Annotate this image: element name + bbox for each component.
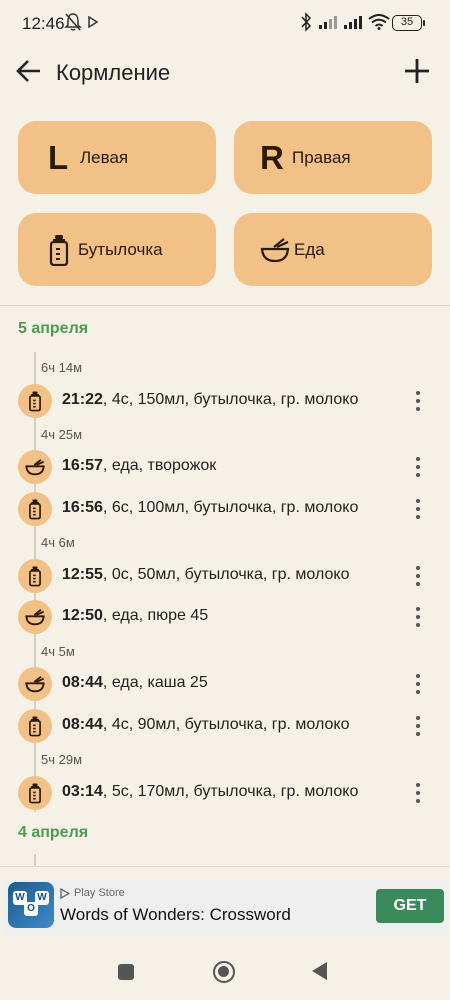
bowl-icon <box>18 667 52 701</box>
logo-tile: W <box>35 891 49 905</box>
home-icon[interactable] <box>213 961 235 983</box>
left-letter: L <box>48 138 69 176</box>
interval-label: 4ч 25м <box>41 427 83 442</box>
food-label: Еда <box>294 239 325 259</box>
log-entry[interactable]: 03:14, 5с, 170мл, бутылочка, гр. молоко <box>0 774 450 812</box>
recents-icon[interactable] <box>118 964 134 980</box>
bowl-icon <box>18 450 52 484</box>
ad-store: Play Store <box>60 887 125 899</box>
entry-text: 12:50, еда, пюре 45 <box>62 607 209 624</box>
bluetooth-icon <box>301 12 312 32</box>
interval-label: 4ч 5м <box>41 644 75 659</box>
log-entry[interactable]: 12:55, 0с, 50мл, бутылочка, гр. молоко <box>0 557 450 595</box>
date-header: 4 апреля <box>18 824 89 841</box>
right-label: Правая <box>292 147 351 167</box>
left-label: Левая <box>80 147 129 167</box>
bottle-icon <box>18 492 52 526</box>
app-bar: Кормление <box>0 46 450 102</box>
signal-icon-1 <box>319 16 337 29</box>
more-options-icon[interactable] <box>408 669 428 699</box>
signal-icon-2 <box>344 16 362 29</box>
entry-text: 12:55, 0с, 50мл, бутылочка, гр. молоко <box>62 566 350 583</box>
left-breast-button[interactable]: L Левая <box>18 121 216 194</box>
status-time: 12:46 <box>22 14 65 33</box>
play-icon <box>88 16 98 28</box>
interval-label: 4ч 6м <box>41 535 75 550</box>
interval-label: 6ч 14м <box>41 360 83 375</box>
page-title: Кормление <box>56 60 171 85</box>
ad-title: Words of Wonders: Crossword <box>60 905 291 924</box>
more-options-icon[interactable] <box>408 494 428 524</box>
entry-text: 16:57, еда, творожок <box>62 457 217 474</box>
interval-label: 5ч 29м <box>41 752 83 767</box>
log-entry[interactable]: 08:44, еда, каша 25 <box>0 665 450 703</box>
date-header: 5 апреля <box>18 320 89 337</box>
more-options-icon[interactable] <box>408 452 428 482</box>
back-arrow-icon[interactable] <box>14 56 44 86</box>
more-options-icon[interactable] <box>408 711 428 741</box>
entry-text: 08:44, еда, каша 25 <box>62 674 208 691</box>
timeline-line <box>34 854 36 866</box>
bowl-icon <box>18 600 52 634</box>
bottle-icon <box>18 776 52 810</box>
right-breast-button[interactable]: R Правая <box>234 121 432 194</box>
system-nav-bar <box>0 946 450 1000</box>
ad-store-label: Play Store <box>74 887 125 899</box>
bottle-icon <box>18 384 52 418</box>
notifications-off-icon <box>64 13 82 31</box>
add-icon[interactable] <box>402 56 432 86</box>
battery-icon: 35 <box>392 15 425 31</box>
food-button[interactable]: Еда <box>234 213 432 286</box>
back-triangle-icon[interactable] <box>312 962 327 980</box>
log-entry[interactable]: 12:50, еда, пюре 45 <box>0 598 450 636</box>
bottle-button[interactable]: Бутылочка <box>18 213 216 286</box>
log-entry[interactable]: 08:44, 4с, 90мл, бутылочка, гр. молоко <box>0 707 450 745</box>
entry-text: 21:22, 4с, 150мл, бутылочка, гр. молоко <box>62 391 359 408</box>
entry-text: 08:44, 4с, 90мл, бутылочка, гр. молоко <box>62 716 350 733</box>
status-bar: 12:46 35 <box>0 0 450 46</box>
get-button[interactable]: GET <box>376 889 444 923</box>
right-letter: R <box>260 138 284 176</box>
more-options-icon[interactable] <box>408 602 428 632</box>
more-options-icon[interactable] <box>408 778 428 808</box>
bottle-icon <box>18 709 52 743</box>
bottle-icon <box>18 559 52 593</box>
actions-panel: L Левая R Правая Бутылочка Еда <box>0 102 450 306</box>
bottle-label: Бутылочка <box>78 239 163 259</box>
log-entry[interactable]: 21:22, 4с, 150мл, бутылочка, гр. молоко <box>0 382 450 420</box>
app-logo: W O W <box>8 882 54 928</box>
entry-text: 03:14, 5с, 170мл, бутылочка, гр. молоко <box>62 783 359 800</box>
wifi-icon <box>368 14 390 30</box>
log-entry[interactable]: 16:56, 6с, 100мл, бутылочка, гр. молоко <box>0 490 450 528</box>
more-options-icon[interactable] <box>408 386 428 416</box>
bowl-icon <box>260 233 294 267</box>
ad-card[interactable]: W O W Play Store Words of Wonders: Cross… <box>4 879 448 935</box>
entry-text: 16:56, 6с, 100мл, бутылочка, гр. молоко <box>62 499 359 516</box>
bottle-icon <box>48 233 78 267</box>
more-options-icon[interactable] <box>408 561 428 591</box>
feeding-log[interactable]: 5 апреля 6ч 14м 4ч 25м 4ч 6м 4ч 5м 5ч 29… <box>0 306 450 866</box>
ad-banner[interactable]: W O W Play Store Words of Wonders: Cross… <box>0 866 450 946</box>
log-entry[interactable]: 16:57, еда, творожок <box>0 448 450 486</box>
play-store-icon <box>60 887 70 899</box>
